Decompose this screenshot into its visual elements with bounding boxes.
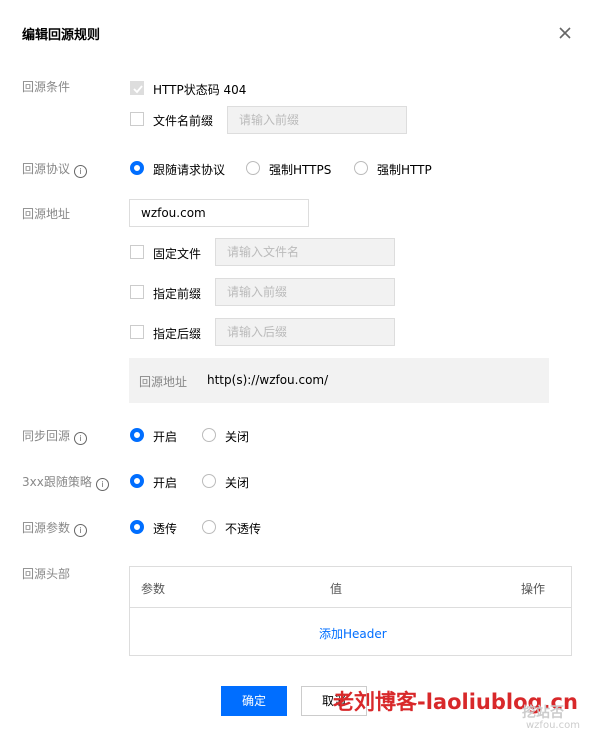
fixed-suffix-label: 指定后缀: [153, 327, 202, 341]
redirect-label-text: 3xx跟随策略: [22, 475, 92, 489]
condition-label: 回源条件: [22, 80, 71, 94]
info-icon[interactable]: i: [74, 165, 88, 178]
info-icon[interactable]: i: [74, 524, 88, 537]
info-icon[interactable]: i: [95, 478, 109, 491]
col-action: 操作: [521, 582, 546, 596]
fixed-file-input[interactable]: 请输入文件名: [215, 238, 395, 266]
protocol-label-text: 回源协议: [22, 162, 71, 176]
protocol-follow-radio[interactable]: [130, 161, 144, 175]
protocol-https-label: 强制HTTPS: [269, 163, 332, 177]
address-preview-box: 回源地址 http(s)://wzfou.com/: [129, 358, 549, 403]
fixed-prefix-input[interactable]: 请输入前缀: [215, 278, 395, 306]
prefix-input[interactable]: 请输入前缀: [227, 106, 407, 134]
sync-off-label: 关闭: [225, 430, 250, 444]
params-on-radio[interactable]: [130, 520, 144, 534]
http404-label: HTTP状态码 404: [153, 83, 247, 97]
headers-label: 回源头部: [22, 567, 71, 581]
sync-on-label: 开启: [153, 430, 178, 444]
prefix-checkbox[interactable]: [130, 112, 144, 126]
address-preview-value: http(s)://wzfou.com/: [207, 373, 329, 387]
sync-label-text: 同步回源: [22, 429, 71, 443]
headers-table: 参数 值 操作 添加Header: [129, 566, 572, 656]
http404-checkbox: [130, 81, 144, 95]
watermark-logo: 挖站否: [522, 705, 564, 721]
headers-table-header: [130, 567, 571, 608]
confirm-button[interactable]: 确定: [221, 686, 287, 716]
redirect-on-radio[interactable]: [130, 474, 144, 488]
params-off-radio[interactable]: [202, 520, 216, 534]
protocol-label: 回源协议 i: [22, 160, 88, 178]
params-on-label: 透传: [153, 522, 178, 536]
fixed-prefix-label: 指定前缀: [153, 287, 202, 301]
info-icon[interactable]: i: [74, 432, 88, 445]
add-header-link[interactable]: 添加Header: [319, 625, 387, 642]
dialog-title: 编辑回源规则: [22, 28, 101, 43]
fixed-prefix-checkbox[interactable]: [130, 285, 144, 299]
protocol-follow-label: 跟随请求协议: [153, 163, 226, 177]
address-label: 回源地址: [22, 207, 71, 221]
protocol-http-label: 强制HTTP: [377, 163, 432, 177]
params-label: 回源参数 i: [22, 519, 88, 537]
col-value: 值: [330, 582, 343, 596]
prefix-label: 文件名前缀: [153, 114, 214, 128]
fixed-file-checkbox[interactable]: [130, 245, 144, 259]
fixed-file-label: 固定文件: [153, 247, 202, 261]
fixed-suffix-checkbox[interactable]: [130, 325, 144, 339]
redirect-off-radio[interactable]: [202, 474, 216, 488]
redirect-label: 3xx跟随策略 i: [22, 473, 109, 491]
protocol-https-radio[interactable]: [246, 161, 260, 175]
sync-label: 同步回源 i: [22, 427, 88, 445]
sync-on-radio[interactable]: [130, 428, 144, 442]
col-param: 参数: [141, 582, 166, 596]
params-label-text: 回源参数: [22, 521, 71, 535]
fixed-suffix-input[interactable]: 请输入后缀: [215, 318, 395, 346]
params-off-label: 不透传: [225, 522, 262, 536]
protocol-http-radio[interactable]: [354, 161, 368, 175]
watermark-domain: wzfou.com: [526, 720, 580, 731]
address-preview-label: 回源地址: [139, 375, 188, 389]
redirect-off-label: 关闭: [225, 476, 250, 490]
sync-off-radio[interactable]: [202, 428, 216, 442]
close-icon[interactable]: [557, 25, 573, 41]
address-input[interactable]: wzfou.com: [129, 199, 309, 227]
redirect-on-label: 开启: [153, 476, 178, 490]
